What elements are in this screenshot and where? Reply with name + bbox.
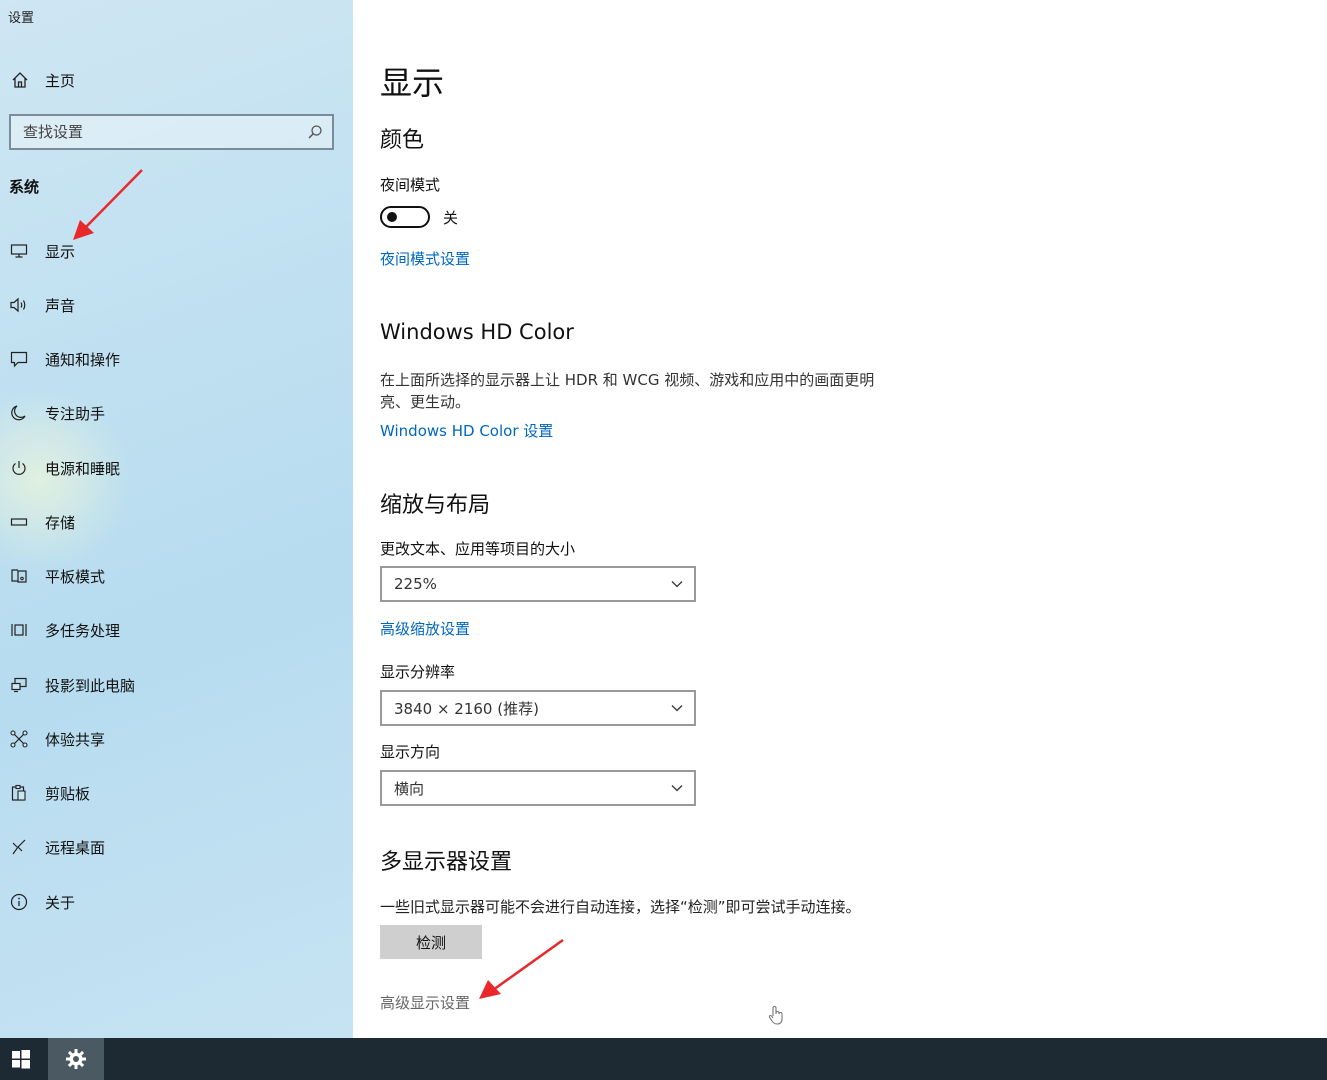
page-title: 显示 [380, 64, 445, 102]
taskbar-settings-button[interactable] [48, 1038, 104, 1080]
search-icon[interactable] [306, 123, 324, 141]
sidebar-item-label: 体验共享 [45, 730, 106, 749]
resolution-label: 显示分辨率 [380, 663, 456, 681]
sidebar-item-remote-desktop[interactable]: 远程桌面 [0, 827, 353, 867]
windows-logo-icon [12, 1050, 30, 1069]
night-mode-state: 关 [443, 209, 459, 227]
night-mode-toggle[interactable] [380, 206, 430, 228]
hand-cursor-icon [768, 1005, 783, 1025]
chevron-down-icon [671, 785, 683, 792]
resolution-dropdown[interactable]: 3840 × 2160 (推荐) [380, 690, 696, 726]
multitask-icon [8, 619, 30, 641]
home-icon [9, 69, 31, 91]
section-label-system: 系统 [9, 178, 40, 196]
sidebar-item-storage[interactable]: 存储 [0, 502, 353, 542]
gear-icon [66, 1049, 86, 1069]
section-heading-color: 颜色 [380, 128, 425, 153]
sidebar-item-label: 存储 [45, 513, 76, 532]
settings-window: 设置 主页 系统 显示 声音 [0, 0, 1327, 1038]
sidebar-item-label: 投影到此电脑 [45, 676, 136, 695]
storage-icon [8, 511, 30, 533]
sidebar-item-home[interactable]: 主页 [0, 62, 353, 98]
scale-value: 225% [394, 575, 437, 593]
hd-color-description: 在上面所选择的显示器上让 HDR 和 WCG 视频、游戏和应用中的画面更明亮、更… [380, 371, 875, 411]
sidebar-item-clipboard[interactable]: 剪贴板 [0, 773, 353, 813]
chevron-down-icon [671, 581, 683, 588]
sidebar-item-tablet-mode[interactable]: 平板模式 [0, 556, 353, 596]
multi-display-description: 一些旧式显示器可能不会进行自动连接，选择“检测”即可尝试手动连接。 [380, 898, 861, 916]
start-button[interactable] [0, 1038, 42, 1080]
section-heading-scale: 缩放与布局 [380, 493, 491, 518]
night-mode-settings-link[interactable]: 夜间模式设置 [380, 248, 470, 269]
resolution-value: 3840 × 2160 (推荐) [394, 699, 539, 718]
notification-icon [8, 348, 30, 370]
toggle-knob [387, 212, 397, 222]
hd-color-settings-link[interactable]: Windows HD Color 设置 [380, 420, 553, 441]
sidebar-item-label: 平板模式 [45, 567, 106, 586]
info-icon [8, 891, 30, 913]
project-icon [8, 674, 30, 696]
sidebar-item-power[interactable]: 电源和睡眠 [0, 448, 353, 488]
remote-icon [8, 836, 30, 858]
sidebar-item-label: 多任务处理 [45, 621, 121, 640]
sidebar: 设置 主页 系统 显示 声音 [0, 0, 353, 1038]
annotation-arrow-icon [479, 938, 564, 999]
share-icon [8, 728, 30, 750]
taskbar [0, 1038, 1327, 1080]
advanced-display-settings-link[interactable]: 高级显示设置 [380, 992, 470, 1013]
clipboard-icon [8, 782, 30, 804]
search-box [9, 114, 334, 150]
sidebar-item-sound[interactable]: 声音 [0, 285, 353, 325]
sidebar-item-project[interactable]: 投影到此电脑 [0, 665, 353, 705]
scale-size-label: 更改文本、应用等项目的大小 [380, 540, 576, 558]
monitor-icon [8, 240, 30, 262]
advanced-scaling-link[interactable]: 高级缩放设置 [380, 618, 470, 639]
tablet-icon [8, 565, 30, 587]
sidebar-item-about[interactable]: 关于 [0, 882, 353, 922]
sidebar-item-label: 远程桌面 [45, 838, 106, 857]
moon-icon [8, 402, 30, 424]
section-heading-multi-display: 多显示器设置 [380, 850, 513, 875]
section-heading-hd-color: Windows HD Color [380, 320, 574, 344]
sidebar-item-multitasking[interactable]: 多任务处理 [0, 610, 353, 650]
speaker-icon [8, 294, 30, 316]
sidebar-item-label: 电源和睡眠 [45, 459, 121, 478]
sidebar-item-focus-assist[interactable]: 专注助手 [0, 393, 353, 433]
sidebar-item-label: 剪贴板 [45, 784, 91, 803]
search-input[interactable] [11, 117, 291, 147]
sidebar-item-label: 主页 [45, 71, 76, 90]
chevron-down-icon [671, 705, 683, 712]
main-content: 显示 颜色 夜间模式 关 夜间模式设置 Windows HD Color 在上面… [353, 0, 1327, 1038]
sidebar-item-label: 通知和操作 [45, 350, 121, 369]
orientation-value: 横向 [394, 779, 425, 798]
sidebar-item-notifications[interactable]: 通知和操作 [0, 339, 353, 379]
sidebar-item-shared-experiences[interactable]: 体验共享 [0, 719, 353, 759]
sidebar-item-label: 关于 [45, 893, 76, 912]
sidebar-item-label: 声音 [45, 296, 76, 315]
sidebar-item-label: 显示 [45, 242, 76, 261]
orientation-dropdown[interactable]: 横向 [380, 770, 696, 806]
night-mode-label: 夜间模式 [380, 176, 441, 194]
sidebar-item-label: 专注助手 [45, 404, 106, 423]
sidebar-item-display[interactable]: 显示 [0, 231, 353, 271]
power-icon [8, 457, 30, 479]
detect-button[interactable]: 检测 [380, 925, 482, 959]
orientation-label: 显示方向 [380, 743, 441, 761]
app-title: 设置 [8, 11, 35, 26]
scale-dropdown[interactable]: 225% [380, 566, 696, 602]
